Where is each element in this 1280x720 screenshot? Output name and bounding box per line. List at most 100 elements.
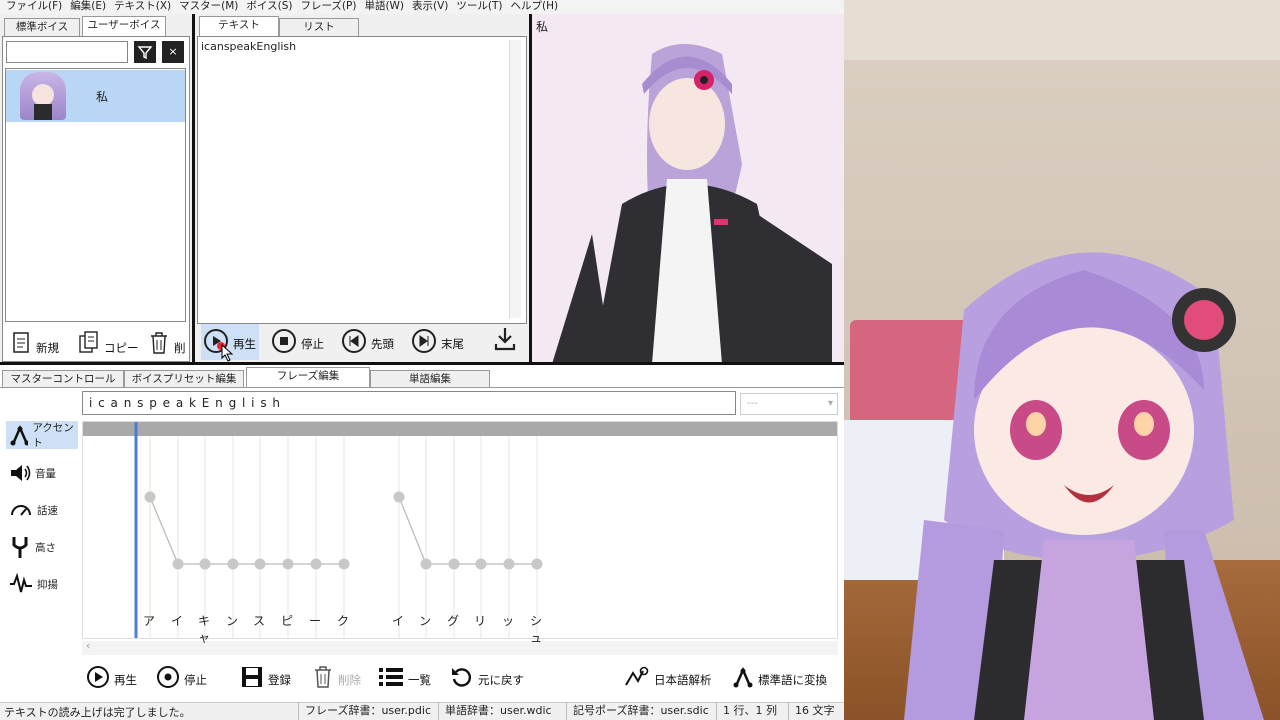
accent-icon [733,666,753,688]
status-char-count: 16 文字 [788,702,835,720]
phrase-delete-button[interactable]: 削除 [312,665,361,689]
kana-label: ピ [280,614,293,628]
list-button[interactable]: 一覧 [378,665,431,689]
to-tail-button[interactable]: 末尾 [411,328,464,354]
tab-standard-voice[interactable]: 標準ボイス [4,18,80,36]
stop-label: 停止 [301,337,324,351]
kana-label: リ [473,614,486,628]
kana-label: ク [336,614,349,628]
menu-item-8[interactable]: ツール(T) [454,0,508,14]
phrase-select[interactable]: --- ▾ [740,393,838,415]
accent-point[interactable] [254,558,266,570]
copy-voice-button[interactable]: コピー [78,330,139,356]
side-volume-button[interactable]: 音量 [6,459,78,487]
voice-avatar [20,72,66,120]
accent-point[interactable] [172,558,184,570]
accent-point[interactable] [393,491,405,503]
kana-label: ア [142,614,155,628]
standardize-label: 標準語に変換 [758,673,827,687]
scroll-left-icon: ‹ [86,639,91,652]
accent-graph[interactable] [82,421,838,639]
accent-point[interactable] [282,558,294,570]
to-head-label: 先頭 [371,337,394,351]
voice-panel: 標準ボイス ユーザーボイス × 私 新規 コピー 削 [0,14,192,362]
character-illustration [552,44,832,364]
side-intonation-button[interactable]: 抑揚 [6,570,78,598]
side-speed-label: 話速 [37,504,58,517]
save-audio-button[interactable] [493,326,517,352]
stop-button[interactable]: 停止 [271,328,324,354]
menu-item-9[interactable]: ヘルプ(H) [509,0,565,14]
menu-item-3[interactable]: マスター(M) [177,0,244,14]
play-icon [87,666,109,688]
accent-point[interactable] [531,558,543,570]
menu-item-4[interactable]: ボイス(S) [244,0,298,14]
voice-name: 私 [96,90,109,104]
analyze-icon [625,666,649,686]
side-accent-button[interactable]: アクセント [6,421,78,449]
register-button[interactable]: 登録 [240,665,291,689]
accent-point[interactable] [310,558,322,570]
kana-label: シュ [529,614,542,645]
tab-user-voice[interactable]: ユーザーボイス [82,16,166,36]
phrase-play-label: 再生 [114,673,137,687]
volume-icon [11,465,31,481]
clear-filter-button[interactable]: × [162,41,184,63]
new-voice-label: 新規 [36,341,59,355]
tab-text[interactable]: テキスト [199,16,279,36]
accent-point[interactable] [448,558,460,570]
delete-voice-button[interactable]: 削 [148,330,186,356]
filter-button[interactable] [134,41,156,63]
mouse-cursor-icon [221,344,234,362]
phrase-stop-button[interactable]: 停止 [156,665,207,689]
kana-label: イ [391,614,404,628]
accent-point[interactable] [420,558,432,570]
kana-label: ー [308,614,321,628]
download-icon [494,328,516,351]
tab-bottom-2[interactable]: フレーズ編集 [246,367,370,387]
to-head-button[interactable]: 先頭 [341,328,394,354]
menu-item-2[interactable]: テキスト(X) [112,0,177,14]
accent-point[interactable] [144,491,156,503]
text-editor[interactable]: icanspeakEnglish [201,40,511,318]
menu-item-5[interactable]: フレーズ(P) [298,0,362,14]
tab-bottom-0[interactable]: マスターコントロール [2,370,124,387]
side-speed-button[interactable]: 話速 [6,496,78,524]
menu-item-7[interactable]: 表示(V) [410,0,454,14]
phrase-input[interactable]: i c a n s p e a k E n g l i s h [82,391,736,415]
standardize-button[interactable]: 標準語に変換 [732,665,827,689]
tab-list[interactable]: リスト [279,18,359,36]
undo-icon [452,668,471,687]
menu-item-6[interactable]: 単語(W) [362,0,410,14]
accent-icon [10,424,29,446]
accent-point[interactable] [227,558,239,570]
text-scrollbar[interactable] [509,40,521,318]
delete-voice-label: 削 [174,341,186,355]
filter-icon [137,46,153,60]
new-voice-button[interactable]: 新規 [10,330,59,356]
side-pitch-button[interactable]: 高さ [6,533,78,561]
tab-bottom-3[interactable]: 単語編集 [370,370,490,387]
accent-point[interactable] [503,558,515,570]
skip-back-icon [342,329,366,353]
accent-point[interactable] [475,558,487,570]
analyze-japanese-button[interactable]: 日本語解析 [624,665,712,689]
stop-icon [157,666,179,688]
tuning-fork-icon [12,537,28,558]
accent-point[interactable] [199,558,211,570]
voice-list-item[interactable]: 私 [6,70,185,122]
menu-item-0[interactable]: ファイル(F) [4,0,68,14]
play-label: 再生 [233,337,256,351]
tab-bottom-1[interactable]: ボイスプリセット編集 [124,370,244,387]
save-disk-icon [242,667,262,687]
kana-label: ス [252,614,265,628]
accent-point[interactable] [338,558,350,570]
register-label: 登録 [268,673,291,687]
phrase-stop-label: 停止 [184,673,207,687]
list-icon [379,668,403,686]
menu-item-1[interactable]: 編集(E) [68,0,112,14]
stop-icon [272,329,296,353]
phrase-play-button[interactable]: 再生 [86,665,137,689]
undo-button[interactable]: 元に戻す [450,665,524,689]
voice-filter-input[interactable] [6,41,128,63]
